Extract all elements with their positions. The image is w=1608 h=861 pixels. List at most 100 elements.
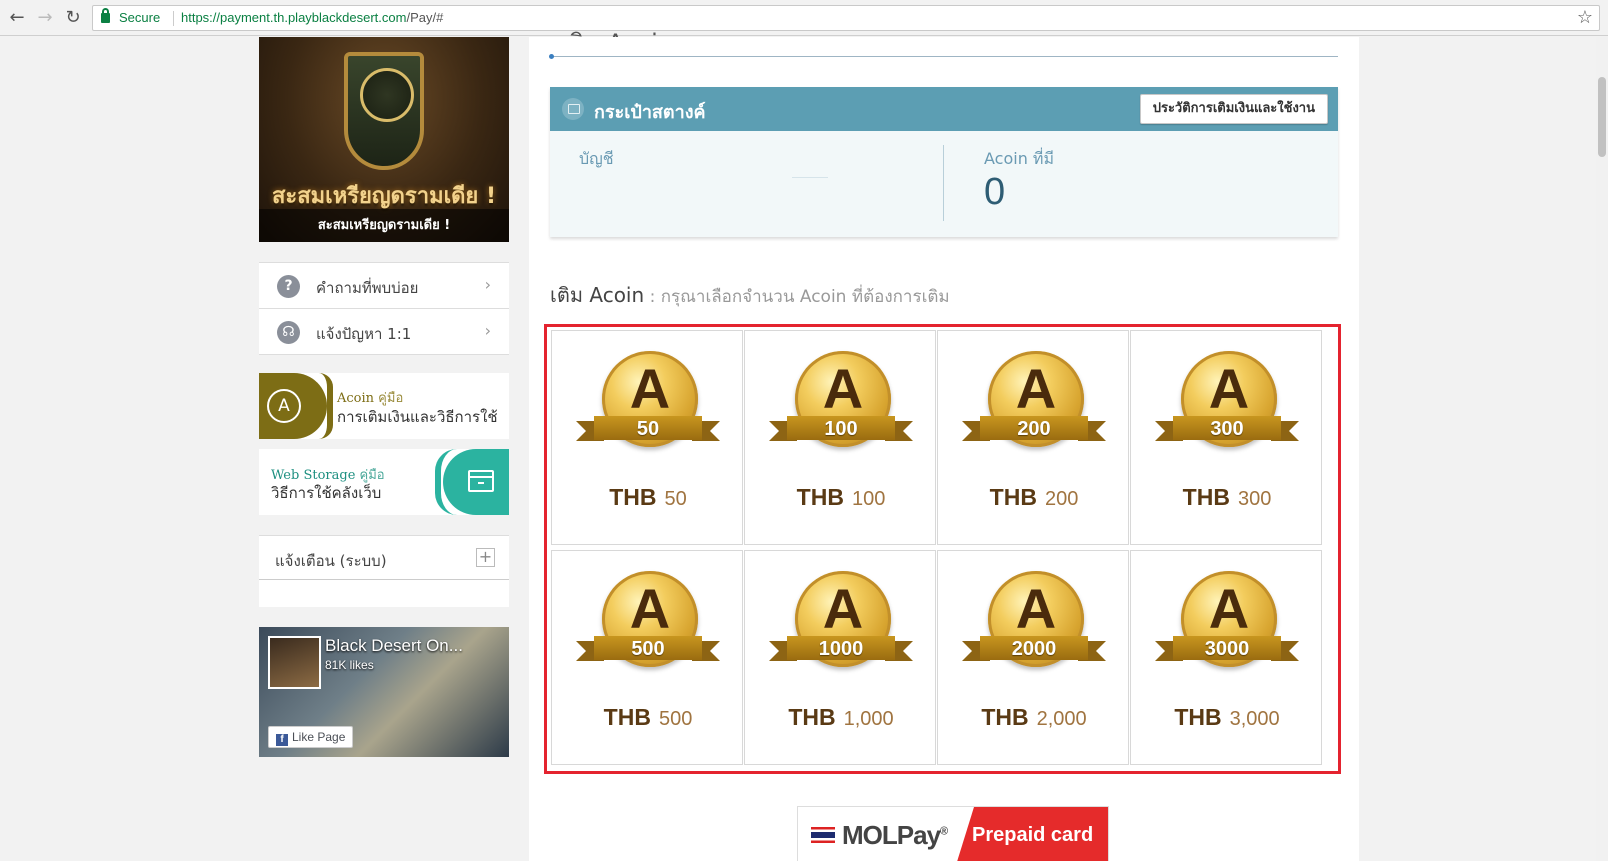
history-button[interactable]: ประวัติการเติมเงินและใช้งาน [1139,94,1328,124]
chevron-right-icon: › [484,321,491,340]
webstorage-guide-link[interactable]: Web Storage คู่มือ วิธีการใช้คลังเว็บ [259,449,509,515]
package-card-300[interactable]: ACOIN300THB300 [1130,330,1322,545]
acoin-guide-link[interactable]: A Acoin คู่มือ การเติมเงินและวิธีการใช้ [259,373,509,439]
forward-arrow-icon[interactable]: → [34,7,56,29]
sidebar-item-label: คำถามที่พบบ่อย [316,279,419,297]
thai-flag-icon [811,827,835,843]
package-price: THB 50 [552,484,744,511]
storage-box-icon [468,470,494,492]
package-card-100[interactable]: ACOIN100THB100 [744,330,936,545]
acoin-guide-ring [319,373,333,439]
chevron-right-icon: › [484,275,491,294]
package-card-500[interactable]: ACOIN500THB500 [551,550,743,765]
sidebar-item-label: แจ้งปัญหา 1:1 [316,325,412,343]
omnibox-divider [173,11,174,26]
url-host: https://payment.th.playblackdesert.com [181,10,407,25]
coin-amount: 100 [824,418,858,440]
molpay-prepaid-button[interactable]: MOLPay® Prepaid card [797,806,1109,861]
facebook-like-button[interactable]: f Like Page [268,726,354,748]
coin-ribbon: 1000 [769,636,913,662]
topup-title: เติม Acoin [550,283,645,307]
coin-amount: 200 [1017,418,1051,440]
headset-icon: ☊ [277,321,300,344]
reload-icon[interactable]: ↻ [62,7,84,29]
package-card-2000[interactable]: ACOIN2000THB2,000 [937,550,1129,765]
price-currency: THB [796,484,844,510]
facebook-page-widget[interactable]: Black Desert On... 81K likes f Like Page [259,627,509,757]
facebook-like-count: 81K likes [325,658,374,672]
sidebar-item-support[interactable]: ☊ แจ้งปัญหา 1:1 › [259,309,509,355]
browser-toolbar: ← → ↻ Secure https://payment.th.playblac… [0,0,1608,36]
topup-section-title: เติม Acoin : กรุณาเลือกจำนวน Acoin ที่ต้… [550,279,950,311]
price-currency: THB [981,704,1029,730]
price-currency: THB [609,484,657,510]
coin-ribbon: 200 [962,416,1106,442]
sidebar-item-faq[interactable]: ? คำถามที่พบบ่อย › [259,263,509,309]
banner-subtitle: สะสมเหรียญดรามเดีย ! [259,209,509,242]
package-price: THB 300 [1131,484,1323,511]
package-price: THB 2,000 [938,704,1130,731]
molpay-mark: ® [940,825,948,838]
molpay-logo: MOLPay® [842,820,948,851]
webstorage-badge [443,449,509,515]
coin-letter: A [822,357,864,420]
page-scrollbar[interactable] [1596,37,1608,861]
coin-amount: 2000 [1011,638,1057,660]
wallet-icon [562,98,584,120]
coin-letter: A [822,577,864,640]
price-amount: 50 [664,488,687,510]
facebook-page-avatar[interactable] [268,636,321,689]
scrollbar-thumb[interactable] [1598,77,1606,157]
coin-letter: A [629,577,671,640]
package-card-200[interactable]: ACOIN200THB200 [937,330,1129,545]
acoin-logo-icon: A [267,389,301,423]
account-value-placeholder [792,177,828,178]
price-amount: 300 [1237,488,1272,510]
package-card-50[interactable]: ACOIN50THB50 [551,330,743,545]
account-label: บัญชี [579,149,614,168]
acoin-guide-kind: คู่มือ [378,391,404,406]
back-arrow-icon[interactable]: ← [6,7,28,29]
price-amount: 200 [1044,488,1079,510]
wallet-panel: กระเป๋าสตางค์ ประวัติการเติมเงินและใช้งา… [550,87,1338,237]
price-amount: 100 [851,488,886,510]
prepaid-card-label: Prepaid card [972,824,1094,846]
coin-letter: A [629,357,671,420]
package-price: THB 200 [938,484,1130,511]
coin-ribbon: 300 [1155,416,1299,442]
expand-plus-icon[interactable]: + [476,548,495,567]
acoin-balance-label: Acoin ที่มี [984,149,1055,168]
coin-ribbon: 500 [576,636,720,662]
crest-icon [344,52,424,170]
wallet-header: กระเป๋าสตางค์ ประวัติการเติมเงินและใช้งา… [550,87,1338,131]
lock-icon [101,8,110,23]
url-path: /Pay/# [406,10,444,25]
price-amount: 3,000 [1229,708,1280,730]
title-underline-dot [549,54,554,59]
bookmark-star-icon[interactable]: ☆ [1577,7,1593,28]
webstorage-guide-text: วิธีการใช้คลังเว็บ [271,484,382,502]
price-currency: THB [1174,704,1222,730]
system-notice: แจ้งเตือน (ระบบ) + [259,535,509,607]
acoin-balance-value: 0 [984,171,1006,213]
coin-amount: 500 [631,638,665,660]
package-price: THB 3,000 [1131,704,1323,731]
acoin-guide-brand: Acoin [337,391,375,406]
price-amount: 500 [658,708,693,730]
facebook-icon: f [276,734,288,746]
facebook-like-label: Like Page [292,730,346,744]
facebook-page-name[interactable]: Black Desert On... [325,636,463,656]
coin-ribbon: 3000 [1155,636,1299,662]
system-notice-header[interactable]: แจ้งเตือน (ระบบ) + [259,536,509,580]
package-card-3000[interactable]: ACOIN3000THB3,000 [1130,550,1322,765]
package-card-1000[interactable]: ACOIN1000THB1,000 [744,550,936,765]
secure-label: Secure [119,10,161,25]
coin-ribbon: 100 [769,416,913,442]
url-text[interactable]: https://payment.th.playblackdesert.com/P… [181,10,443,25]
event-banner[interactable]: สะสมเหรียญดรามเดีย ! สะสมเหรียญดรามเดีย … [259,37,509,242]
address-bar[interactable]: Secure https://payment.th.playblackdeser… [92,5,1600,31]
price-amount: 1,000 [843,708,894,730]
coin-amount: 3000 [1204,638,1250,660]
banner-title: สะสมเหรียญดรามเดีย ! [272,184,496,209]
coin-amount: 1000 [818,638,864,660]
